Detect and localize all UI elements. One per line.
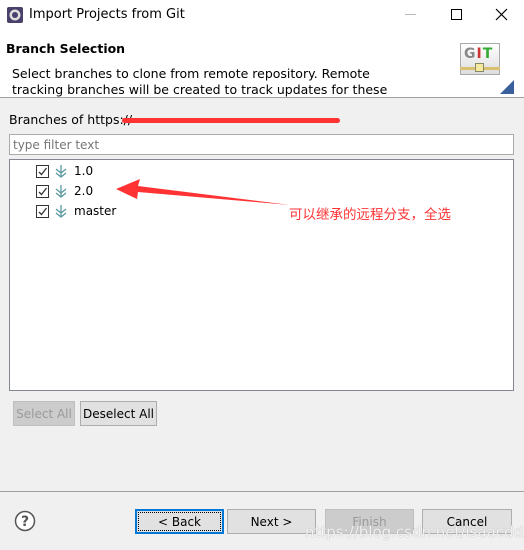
branch-icon — [55, 185, 67, 198]
annotation-text: 可以继承的远程分支，全选 — [289, 207, 451, 223]
branch-icon — [55, 165, 67, 178]
back-button[interactable]: < Back — [135, 509, 224, 534]
page-description: Select branches to clone from remote rep… — [12, 66, 388, 97]
checkbox-checked[interactable] — [36, 204, 49, 218]
next-button[interactable]: Next > — [227, 509, 316, 534]
select-all-button[interactable]: Select All — [13, 401, 75, 426]
checkbox-checked[interactable] — [36, 184, 49, 198]
list-item[interactable]: 1.0 — [36, 161, 93, 181]
annotation-arrow — [116, 179, 290, 205]
corner-decoration-icon — [500, 80, 514, 94]
checkbox-checked[interactable] — [36, 164, 49, 178]
list-item[interactable]: master — [36, 201, 116, 221]
watermark: https://blog.csdn.net/isaacddx — [305, 523, 524, 541]
deselect-all-button[interactable]: Deselect All — [80, 401, 157, 426]
help-icon[interactable]: ? — [14, 510, 36, 532]
git-logo: GIT — [460, 43, 500, 75]
branches-label: Branches of https:// — [9, 112, 133, 127]
branch-icon — [55, 205, 67, 218]
minimize-button[interactable] — [405, 14, 416, 15]
list-item[interactable]: 2.0 — [36, 181, 93, 201]
page-title: Branch Selection — [6, 41, 126, 56]
redacted-url — [122, 118, 340, 123]
svg-text:?: ? — [21, 514, 29, 530]
close-icon[interactable] — [495, 8, 508, 21]
divider — [0, 491, 524, 492]
eclipse-gear-icon — [7, 7, 23, 23]
wizard-header: Branch Selection Select branches to clon… — [0, 30, 524, 98]
filter-input[interactable] — [9, 134, 514, 155]
title-bar: Import Projects from Git — [0, 0, 524, 30]
window-title: Import Projects from Git — [29, 7, 185, 22]
maximize-button[interactable] — [451, 9, 462, 20]
